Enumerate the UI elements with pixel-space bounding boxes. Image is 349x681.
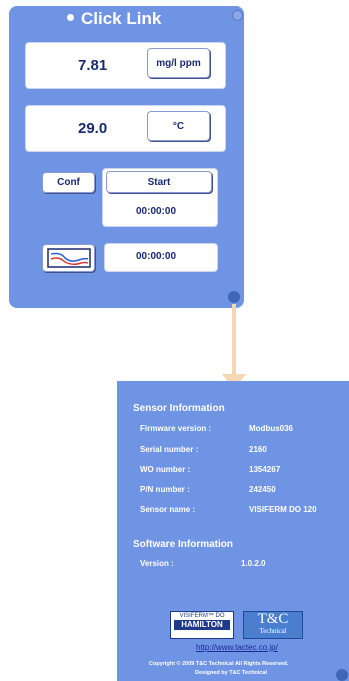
timer2-display: 00:00:00 xyxy=(136,251,177,262)
sensor-name-value: VISIFERM DO 120 xyxy=(249,505,317,514)
serial-value: 2160 xyxy=(249,445,267,454)
serial-label: Serial number : xyxy=(140,445,199,454)
tc-logo: T&C Technical xyxy=(243,611,303,639)
tc-logo-sub: Technical xyxy=(259,627,287,635)
measure2-value: 29.0 xyxy=(78,120,108,137)
software-info-title: Software Information xyxy=(133,539,234,550)
conf-button[interactable]: Conf xyxy=(42,172,95,193)
measure1-value: 7.81 xyxy=(78,57,108,74)
firmware-label: Firmware version : xyxy=(140,424,212,433)
pn-value: 242450 xyxy=(249,485,276,494)
close-icon[interactable] xyxy=(232,10,243,21)
status-dot-icon xyxy=(67,14,74,21)
chart-button[interactable] xyxy=(42,244,95,272)
tc-logo-main: T&C xyxy=(257,611,289,627)
wo-label: WO number : xyxy=(140,465,191,474)
firmware-value: Modbus036 xyxy=(249,424,294,433)
app-title: Click Link xyxy=(81,9,162,28)
wo-value: 1354267 xyxy=(249,465,281,474)
pn-label: P/N number : xyxy=(140,485,190,494)
version-value: 1.0.2.0 xyxy=(241,559,266,568)
chart-icon xyxy=(46,248,91,268)
hamilton-logo-main: HAMILTON xyxy=(174,620,230,630)
resize-handle[interactable] xyxy=(228,291,240,303)
copyright-text: Copyright © 2009 T&C Technical All Right… xyxy=(149,661,289,667)
version-label: Version : xyxy=(140,559,174,568)
resize-handle-bottom[interactable] xyxy=(336,669,348,681)
arrow-shaft xyxy=(232,304,236,378)
sensor-name-label: Sensor name : xyxy=(140,505,196,514)
timer1-display: 00:00:00 xyxy=(136,206,177,217)
unit-ppm-button[interactable]: mg/l ppm xyxy=(147,48,210,78)
website-link[interactable]: http://www.tactec.co.jp/ xyxy=(196,643,278,652)
start-button[interactable]: Start xyxy=(106,171,212,193)
unit-celsius-button[interactable]: °C xyxy=(147,111,210,141)
sensor-info-title: Sensor Information xyxy=(133,403,225,414)
hamilton-logo-top: VISIFERM™ DO xyxy=(179,613,225,619)
designed-by-text: Designed by T&C Technical xyxy=(195,670,268,676)
hamilton-logo: VISIFERM™ DO HAMILTON xyxy=(170,611,234,639)
